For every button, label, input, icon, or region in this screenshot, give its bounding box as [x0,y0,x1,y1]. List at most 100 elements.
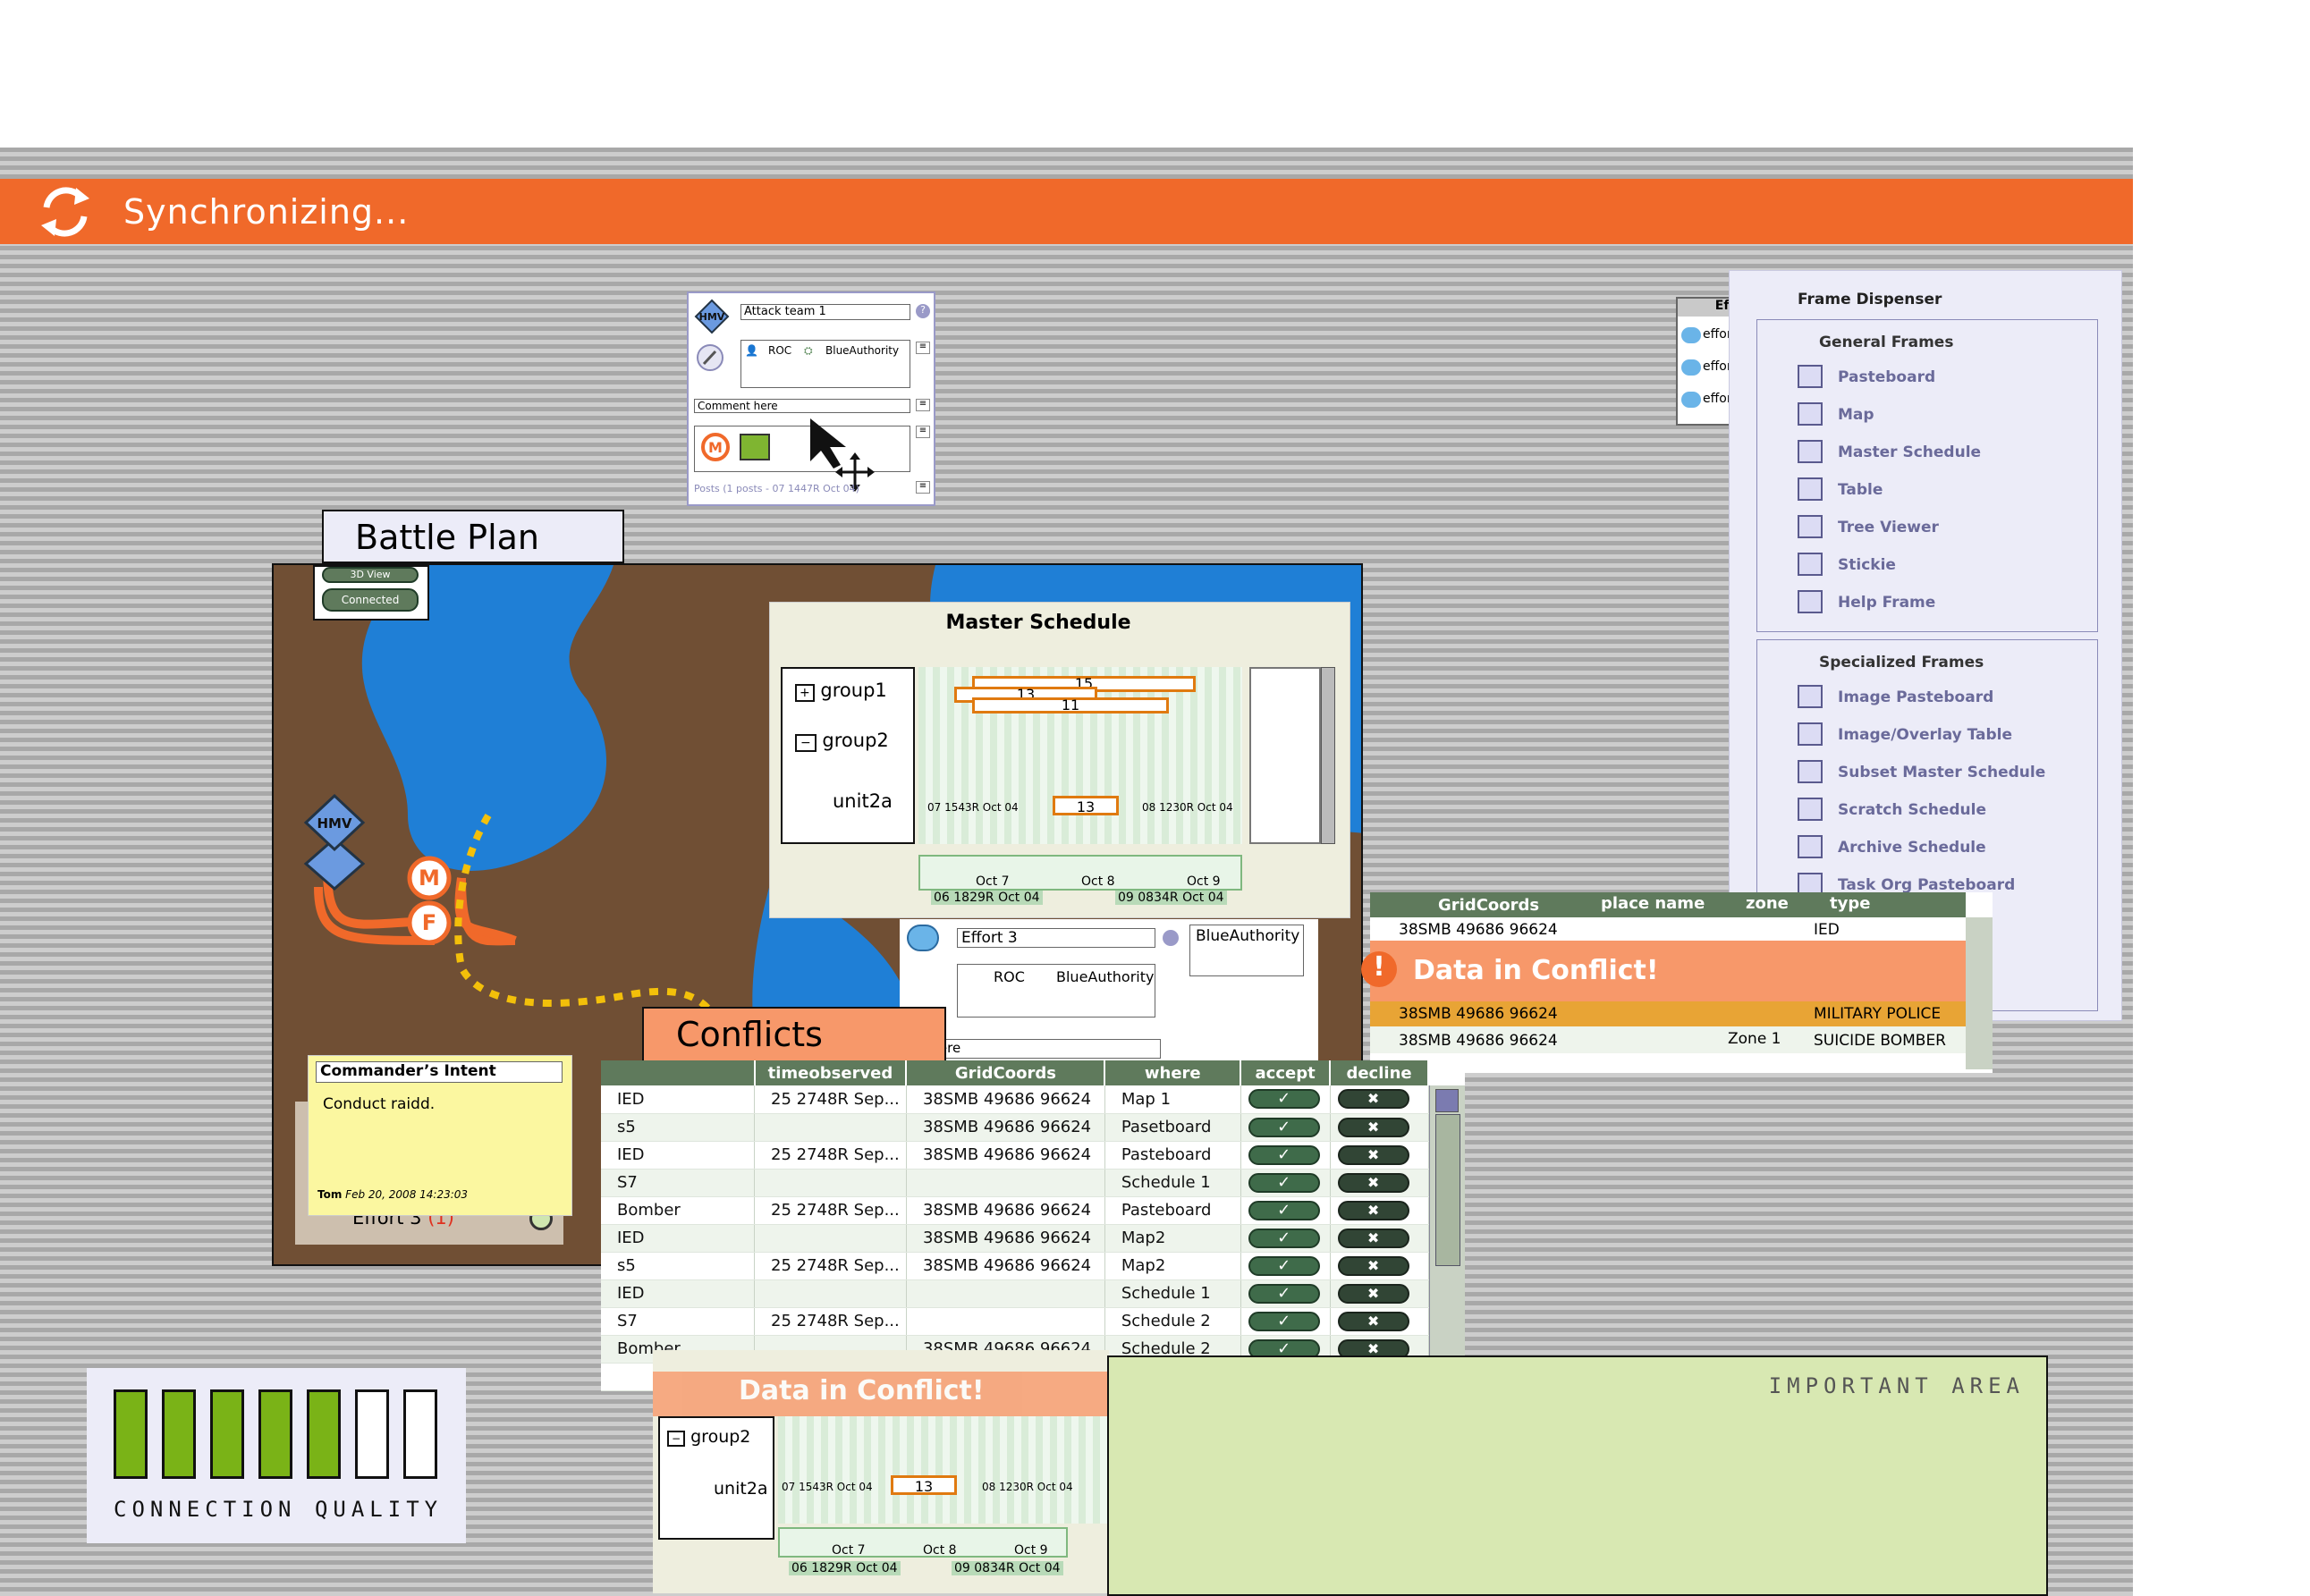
decline-cell: ✖ [1330,1279,1429,1308]
roles-menu-icon[interactable]: ≡ [916,342,930,354]
accept-button[interactable]: ✓ [1248,1311,1320,1331]
table-row[interactable]: S7 25 2748R Sep... Schedule 2 ✓ ✖ [601,1307,1429,1336]
table-cell [754,1113,907,1142]
comment-menu-icon[interactable]: ≡ [916,399,930,411]
accept-button[interactable]: ✓ [1248,1117,1320,1137]
conflict-row-3[interactable]: 38SMB 49686 96624 Zone 1 SUICIDE BOMBER [1370,1026,1966,1053]
accept-button[interactable]: ✓ [1248,1172,1320,1193]
attachments-menu-icon[interactable]: ≡ [916,426,930,438]
general-frame-item[interactable]: Tree Viewer [1838,519,1939,536]
accept-cell: ✓ [1240,1085,1331,1114]
group1-row[interactable]: + group1 [795,680,887,702]
specialized-frame-item[interactable]: Scratch Schedule [1838,801,1986,819]
effort-help-icon[interactable] [1163,930,1179,946]
schedule-timeline-marker[interactable]: 13 [1053,796,1119,815]
effort-name-field[interactable]: Effort 3 [957,928,1155,948]
decline-button[interactable]: ✖ [1337,1172,1409,1193]
decline-button[interactable]: ✖ [1337,1117,1409,1137]
lower-unit2a-row[interactable]: unit2a [714,1479,768,1499]
important-area-label: IMPORTANT AREA [1768,1373,2025,1398]
table-cell: Map2 [1104,1224,1241,1253]
specialized-frame-item[interactable]: Image/Overlay Table [1838,726,2012,744]
person-icon: 👤 [745,344,758,357]
table-row[interactable]: s5 25 2748R Sep... 38SMB 49686 96624 Map2 ✓ ✖ [601,1252,1429,1280]
decline-button[interactable]: ✖ [1337,1311,1409,1331]
specialized-frame-item[interactable]: Image Pasteboard [1838,688,1993,706]
post-title-field[interactable]: Attack team 1 [740,304,910,320]
scroll-up-button[interactable] [1435,1089,1459,1112]
posts-menu-icon[interactable]: ≡ [916,481,930,494]
table-row[interactable]: IED Schedule 1 ✓ ✖ [601,1279,1429,1308]
general-frame-item[interactable]: Help Frame [1838,594,1935,612]
connected-button[interactable]: Connected [322,588,419,612]
conflicts-scrollbar[interactable] [1429,1085,1465,1391]
table-row[interactable]: IED 25 2748R Sep... 38SMB 49686 96624 Paste… [601,1141,1429,1170]
conflict-banner-text: Data in Conflict! [1413,955,1659,986]
general-frame-item[interactable]: Pasteboard [1838,368,1935,386]
post-comment-input[interactable]: Comment here [694,399,910,413]
svg-text:HMV: HMV [699,311,725,323]
conflict-row-1[interactable]: 38SMB 49686 96624 IED [1370,917,1966,941]
map-view-controls: 3D View Connected [313,565,429,621]
lower-group2-row[interactable]: − group2 [667,1427,750,1447]
accept-button[interactable]: ✓ [1248,1200,1320,1220]
expand-icon[interactable]: + [795,684,815,702]
battle-plan-tab[interactable]: Battle Plan [322,510,624,563]
help-icon[interactable]: ? [916,304,930,318]
table-cell: 38SMB 49686 96624 [906,1113,1105,1142]
conflicts-table-panel: timeobserved GridCoords where accept decline… [601,1060,1465,1391]
decline-button[interactable]: ✖ [1337,1255,1409,1276]
specialized-frame-item[interactable]: Task Org Pasteboard [1838,876,2015,894]
table-cell: Schedule 1 [1104,1279,1241,1308]
group2-row[interactable]: − group2 [795,730,889,752]
specialized-frame-item[interactable]: Subset Master Schedule [1838,764,2045,781]
table-row[interactable]: IED 25 2748R Sep... 38SMB 49686 96624 Map 1… [601,1085,1429,1114]
decline-button[interactable]: ✖ [1337,1283,1409,1304]
lower-timeline-marker[interactable]: 13 [891,1475,957,1495]
lower-timeline-start: 07 1543R Oct 04 [782,1481,873,1493]
table-row[interactable]: S7 Schedule 1 ✓ ✖ [601,1169,1429,1197]
table-row[interactable]: Bomber 25 2748R Sep... 38SMB 49686 96624 Pa… [601,1196,1429,1225]
decline-cell: ✖ [1330,1196,1429,1225]
scroll-thumb[interactable] [1435,1114,1460,1266]
unit2a-row[interactable]: unit2a [833,790,893,812]
conflict-header-row: GridCoords place name zone type [1370,892,1966,917]
hmv-unit-marker[interactable]: HMV [299,792,370,891]
collapse-icon[interactable]: − [795,734,817,752]
accept-button[interactable]: ✓ [1248,1255,1320,1276]
accept-button[interactable]: ✓ [1248,1089,1320,1110]
specialized-frame-item[interactable]: Archive Schedule [1838,839,1986,857]
decline-button[interactable]: ✖ [1337,1144,1409,1165]
general-frame-item[interactable]: Stickie [1838,556,1896,574]
decline-button[interactable]: ✖ [1337,1089,1409,1110]
schedule-vscroll[interactable] [1321,667,1335,844]
table-cell: 25 2748R Sep... [754,1085,907,1114]
accept-button[interactable]: ✓ [1248,1144,1320,1165]
decline-cell: ✖ [1330,1085,1429,1114]
svg-text:HMV: HMV [317,815,351,832]
conflicts-tab[interactable]: Conflicts [642,1007,946,1062]
general-frame-item[interactable]: Master Schedule [1838,443,1981,461]
conflict-table-scrollbar[interactable] [1966,917,1993,1069]
row2-gridcoords: 38SMB 49686 96624 [1399,1005,1558,1023]
schedule-bar-11[interactable]: 11 [972,697,1169,714]
map-thumbnail-icon [740,434,770,460]
important-area[interactable]: IMPORTANT AREA [1107,1355,2048,1596]
effort-icon [1681,359,1701,376]
date-oct7: Oct 7 [976,874,1010,889]
table-row[interactable]: IED 38SMB 49686 96624 Map2 ✓ ✖ [601,1224,1429,1253]
3d-view-button[interactable]: 3D View [322,567,419,583]
table-row[interactable]: s5 38SMB 49686 96624 Pasetboard ✓ ✖ [601,1113,1429,1142]
f-unit-marker[interactable]: F [406,899,453,946]
decline-button[interactable]: ✖ [1337,1200,1409,1220]
decline-button[interactable]: ✖ [1337,1228,1409,1248]
general-frame-item[interactable]: Map [1838,406,1874,424]
accept-button[interactable]: ✓ [1248,1283,1320,1304]
conflict-data-table: GridCoords place name zone type 38SMB 49… [1361,892,1993,1073]
general-frame-item[interactable]: Table [1838,481,1883,499]
m-unit-marker[interactable]: M [406,855,453,901]
conflict-row-2[interactable]: 38SMB 49686 96624 MILITARY POLICE [1370,1001,1966,1026]
accept-button[interactable]: ✓ [1248,1228,1320,1248]
effort-card-icon [907,925,939,951]
commanders-intent-stickie[interactable]: Commander’s Intent Conduct raidd. Tom Fe… [308,1055,572,1216]
